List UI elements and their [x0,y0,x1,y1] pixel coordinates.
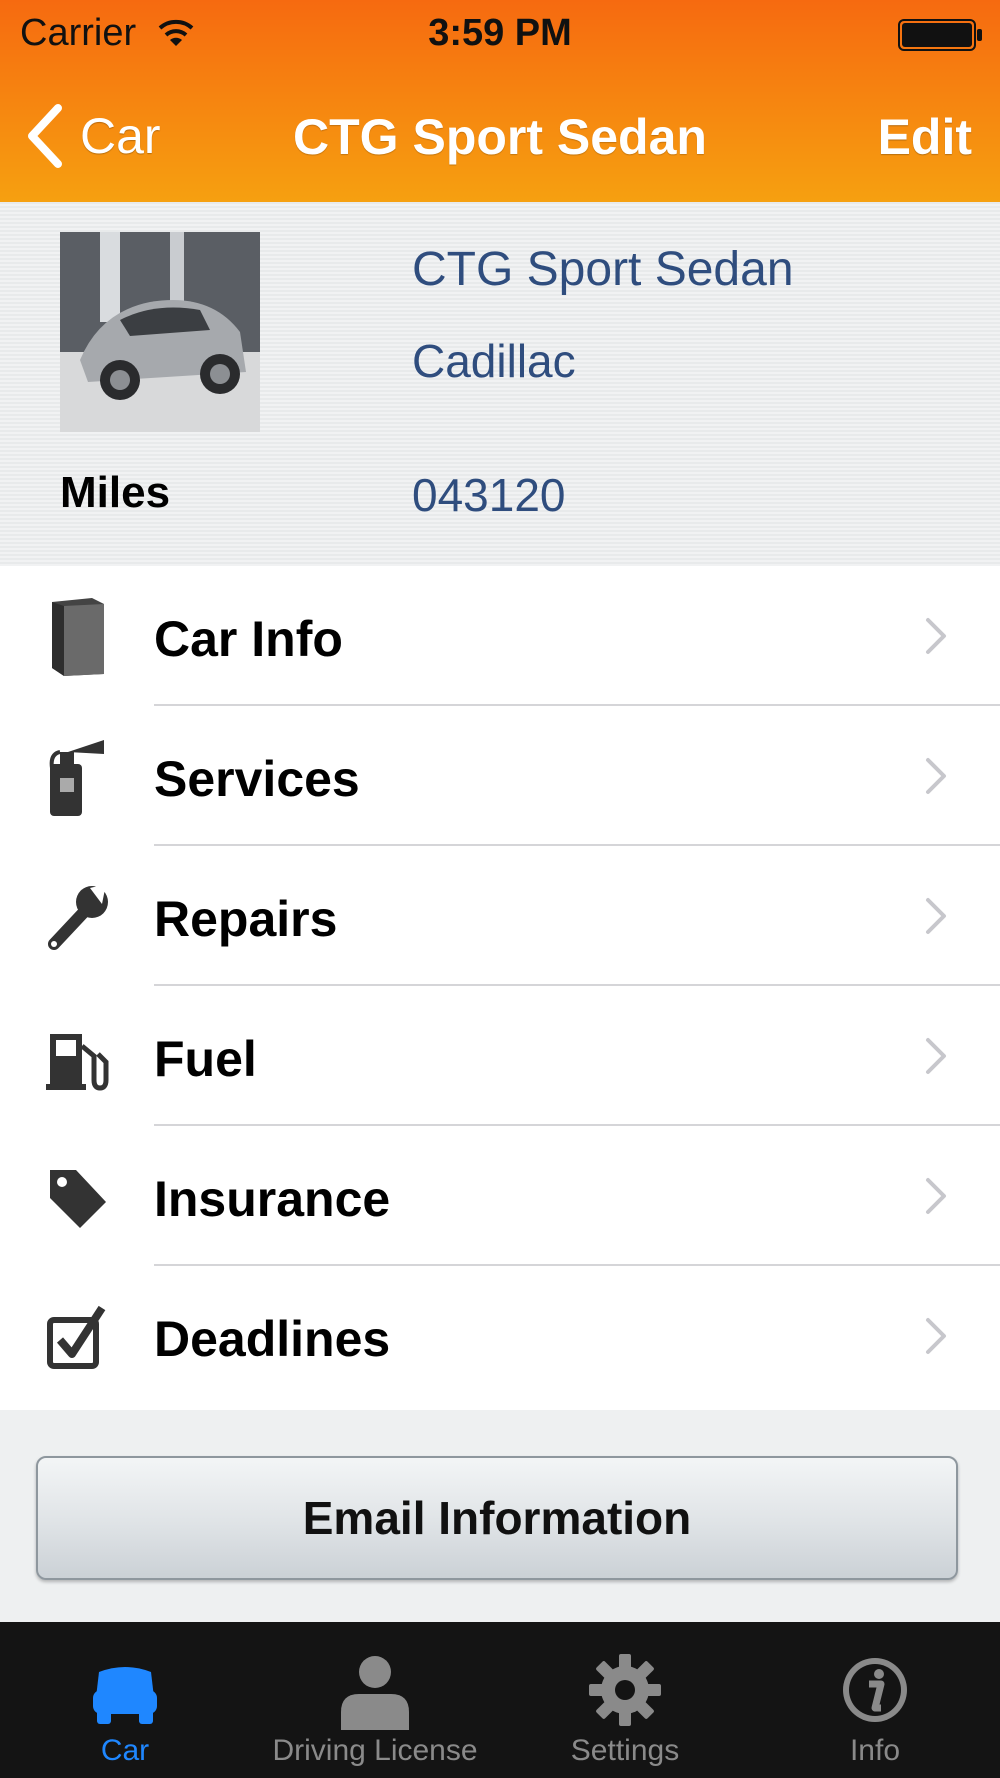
person-icon [341,1656,409,1730]
email-information-label: Email Information [302,1492,692,1544]
chevron-right-icon [926,618,946,654]
chevron-right-icon [926,1038,946,1074]
battery-icon [898,19,982,51]
chevron-right-icon [926,1318,946,1354]
menu-item-deadlines[interactable]: Deadlines [0,1266,1000,1406]
miles-value: 043120 [412,469,566,521]
fuel-pump-icon [46,1034,109,1091]
edit-button[interactable]: Edit [878,108,972,166]
miles-label: Miles [60,468,171,517]
menu-label-fuel: Fuel [154,1031,257,1087]
chevron-right-icon [926,758,946,794]
menu-label-car-info: Car Info [154,611,343,667]
tab-settings[interactable]: Settings [500,1622,750,1778]
tab-car[interactable]: Car [0,1622,250,1778]
menu-label-insurance: Insurance [154,1171,391,1227]
car-icon [93,1667,157,1724]
navigation-bar: Car CTG Sport Sedan Edit [0,70,1000,202]
tab-bar: Car Driving License Settings Info [0,1622,1000,1778]
menu-label-deadlines: Deadlines [154,1311,391,1367]
tab-info[interactable]: Info [750,1622,1000,1778]
chevron-right-icon [926,1178,946,1214]
book-icon [52,598,104,676]
menu-label-services: Services [154,751,360,807]
status-time: 3:59 PM [428,12,572,54]
tab-label-car: Car [100,1734,150,1767]
header: Carrier 3:59 PM Car CTG Sport Sedan Edit [0,0,1000,202]
car-name: CTG Sport Sedan [412,243,794,296]
checkbox-icon [47,1305,106,1369]
tab-label-driving-license: Driving License [272,1734,478,1767]
tab-label-settings: Settings [570,1734,680,1767]
info-icon [843,1658,907,1722]
tab-label-info: Info [849,1734,901,1767]
menu-item-fuel[interactable]: Fuel [0,986,1000,1126]
car-photo-image [60,232,260,432]
chevron-right-icon [926,898,946,934]
menu-item-car-info[interactable]: Car Info [0,566,1000,706]
menu-item-insurance[interactable]: Insurance [0,1126,1000,1266]
menu-item-services[interactable]: Services [0,706,1000,846]
car-summary: CTG Sport Sedan Cadillac Miles 043120 [0,202,1000,566]
tag-icon [50,1170,106,1228]
menu-item-repairs[interactable]: Repairs [0,846,1000,986]
car-photo [60,232,260,432]
car-make: Cadillac [412,335,576,387]
gear-icon [589,1654,661,1726]
car-menu: Car Info Services Repairs Fuel Insurance… [0,566,1000,1410]
menu-label-repairs: Repairs [154,891,338,947]
fire-extinguisher-icon [49,740,104,816]
status-bar: Carrier 3:59 PM [0,0,1000,70]
wrench-icon [48,884,108,950]
page-title: CTG Sport Sedan [293,109,707,165]
tab-driving-license[interactable]: Driving License [250,1622,500,1778]
email-information-button[interactable]: Email Information [36,1456,958,1580]
